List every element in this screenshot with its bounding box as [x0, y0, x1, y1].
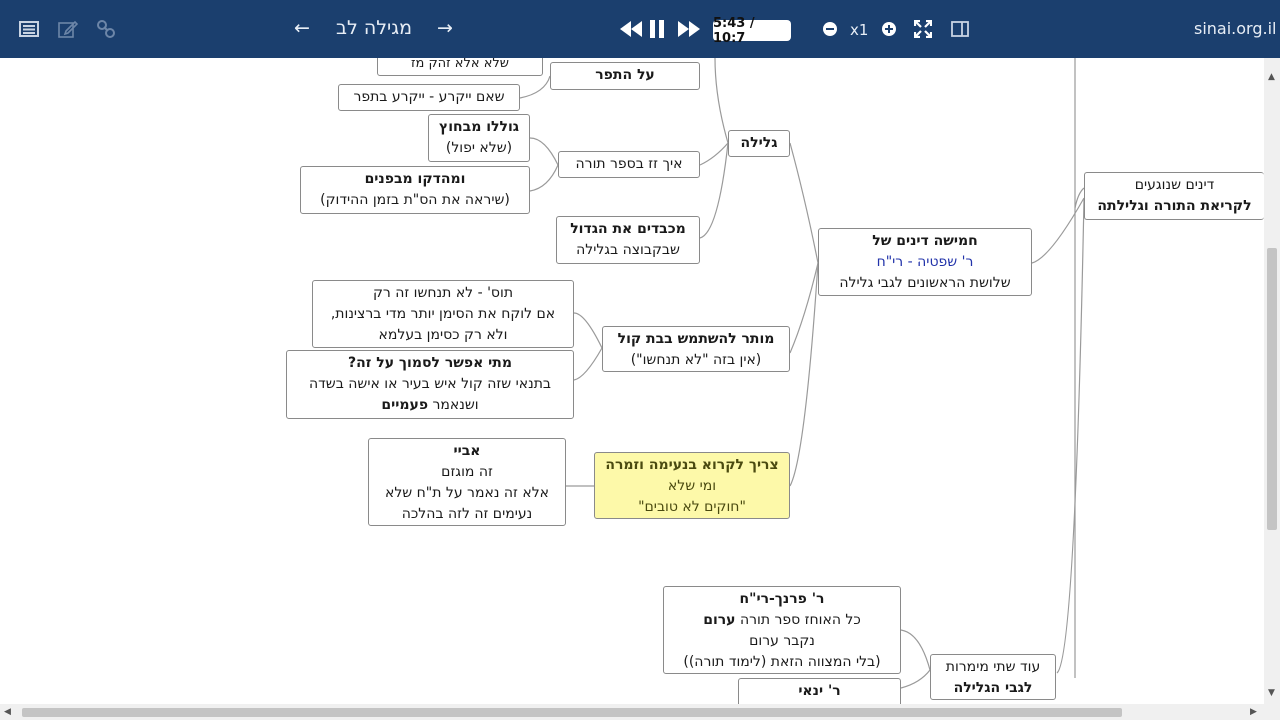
node-text: חמישה דינים של	[872, 233, 978, 249]
vertical-scroll-thumb[interactable]	[1267, 248, 1277, 530]
rewind-icon[interactable]	[618, 16, 644, 42]
node-text: מכבדים את הגדול	[570, 221, 686, 237]
node-text: עוד שתי מימרות	[945, 659, 1041, 675]
node-text: בתנאי שזה קול איש בעיר או אישה בשדה	[309, 376, 551, 392]
node-text: ר' שפטיה - רי"ח	[876, 254, 974, 270]
node-text: (שלא יפול)	[445, 140, 513, 156]
node-text: צריך לקרוא בנעימה וזמרה	[605, 457, 779, 473]
node-text: לגבי הגלילה	[953, 680, 1033, 696]
menu-icon[interactable]	[16, 16, 42, 42]
node-text: דינים שנוגעים	[1134, 177, 1215, 193]
node-text: שלא אלא זהק מז	[410, 58, 509, 71]
node-text: (אין בזה "לא תנחשו")	[630, 352, 762, 368]
mind-map-node[interactable]: שאם ייקרע - ייקרע בתפר	[338, 84, 520, 111]
node-text: שבקבוצה בגלילה	[576, 242, 680, 258]
edit-icon[interactable]	[55, 16, 81, 42]
mind-map-node[interactable]: ומהדקו מבפנים (שיראה את הס"ת בזמן ההידוק…	[300, 166, 530, 214]
mind-map-node[interactable]: ר' ינאי	[738, 678, 901, 704]
node-text: נעימים זה לזה בהלכה	[401, 506, 533, 522]
node-text: לקריאת התורה וגלילתה	[1097, 198, 1252, 214]
document-title: מגילה לב	[336, 17, 413, 39]
mind-map-node-highlighted[interactable]: צריך לקרוא בנעימה וזמרה ומי שלא "חוקים ל…	[594, 452, 790, 519]
node-text-bold: פעמיים	[381, 397, 429, 413]
node-text: ושנאמר פעמיים	[293, 395, 567, 416]
node-text: גוללו מבחוץ	[438, 119, 520, 135]
node-text: על התפר	[595, 67, 655, 83]
node-text: מותר להשתמש בבת קול	[617, 331, 775, 347]
player-toolbar: ← מגילה לב → 5:43 / 10:7 x1 sinai.org.il	[0, 0, 1280, 58]
next-page-arrow[interactable]: →	[437, 17, 453, 39]
node-text: איך זז בספר תורה	[575, 156, 683, 172]
node-text: מתי אפשר לסמוך על זה?	[348, 355, 512, 371]
node-text: ומהדקו מבפנים	[364, 171, 466, 187]
node-text: (בלי המצווה הזאת (לימוד תורה))	[683, 654, 881, 670]
node-text: שלושת הראשונים לגבי גלילה	[839, 275, 1011, 291]
node-text: ר' פרנך-רי"ח	[739, 591, 825, 607]
scroll-right-icon[interactable]: ▶	[1250, 707, 1257, 717]
mind-map-node[interactable]: תוס' - לא תנחשו זה רק אם לוקח את הסימן י…	[312, 280, 574, 348]
fullscreen-icon[interactable]	[910, 16, 936, 42]
site-name[interactable]: sinai.org.il	[1194, 19, 1276, 38]
prev-page-arrow[interactable]: ←	[294, 17, 310, 39]
mind-map-node[interactable]: עוד שתי מימרות לגבי הגלילה	[930, 654, 1056, 700]
minus-icon[interactable]	[817, 16, 843, 42]
mind-map-node[interactable]: אביי זה מוגזם אלא זה נאמר על ת"ח שלא נעי…	[368, 438, 566, 526]
node-text: ושנאמר	[428, 397, 479, 413]
playback-time: 5:43 / 10:7	[713, 16, 791, 46]
mind-map-node[interactable]: גלילה	[728, 130, 790, 157]
node-text: גלילה	[740, 135, 778, 151]
horizontal-scroll-thumb[interactable]	[22, 708, 1122, 717]
node-text: ומי שלא	[667, 478, 717, 494]
node-text: נקבר ערום	[749, 633, 815, 649]
node-text: ר' ינאי	[798, 683, 841, 699]
mind-map-node[interactable]: שלא אלא זהק מז	[377, 58, 543, 76]
split-view-icon[interactable]	[947, 16, 973, 42]
mind-map-node[interactable]: דינים שנוגעים לקריאת התורה וגלילתה	[1084, 172, 1264, 220]
mind-map-node[interactable]: ר' פרנך-רי"ח כל האוחז ספר תורה ערום נקבר…	[663, 586, 901, 674]
node-text: זה מוגזם	[441, 464, 493, 480]
scroll-up-icon[interactable]: ▲	[1268, 72, 1275, 82]
link-icon[interactable]	[93, 16, 119, 42]
node-text: ולא רק כסימן בעלמא	[378, 327, 508, 343]
node-text: אביי	[453, 443, 481, 459]
mind-map-node[interactable]: חמישה דינים של ר' שפטיה - רי"ח שלושת הרא…	[818, 228, 1032, 296]
vertical-scrollbar[interactable]: ▲ ▼	[1264, 58, 1280, 704]
node-text: אלא זה נאמר על ת"ח שלא	[384, 485, 550, 501]
fast-forward-icon[interactable]	[676, 16, 702, 42]
node-text: שאם ייקרע - ייקרע בתפר	[353, 89, 505, 105]
scroll-left-icon[interactable]: ◀	[4, 707, 11, 717]
mind-map-node[interactable]: גוללו מבחוץ (שלא יפול)	[428, 114, 530, 162]
plus-icon[interactable]	[876, 16, 902, 42]
mind-map-canvas[interactable]: שלא אלא זהק מז על התפר שאם ייקרע - ייקרע…	[0, 58, 1264, 704]
mind-map-node[interactable]: מתי אפשר לסמוך על זה? בתנאי שזה קול איש …	[286, 350, 574, 419]
scroll-down-icon[interactable]: ▼	[1268, 688, 1275, 698]
node-text: כל האוחז ספר תורה	[735, 612, 861, 628]
pause-icon[interactable]	[644, 16, 670, 42]
scrollbar-corner	[1264, 704, 1280, 720]
node-text: "חוקים לא טובים"	[638, 499, 746, 515]
mind-map-node[interactable]: על התפר	[550, 62, 700, 90]
node-text: (שיראה את הס"ת בזמן ההידוק)	[320, 192, 510, 208]
mind-map-node[interactable]: איך זז בספר תורה	[558, 151, 700, 178]
node-text: תוס' - לא תנחשו זה רק	[372, 285, 514, 301]
mind-map-node[interactable]: מכבדים את הגדול שבקבוצה בגלילה	[556, 216, 700, 264]
horizontal-scrollbar[interactable]: ◀ ▶	[0, 704, 1264, 720]
node-text: כל האוחז ספר תורה ערום	[670, 610, 894, 631]
speed-indicator: x1	[850, 21, 869, 39]
node-text: אם לוקח את הסימן יותר מדי ברצינות,	[330, 306, 556, 322]
mind-map-node[interactable]: מותר להשתמש בבת קול (אין בזה "לא תנחשו")	[602, 326, 790, 372]
node-text-bold: ערום	[703, 612, 736, 628]
